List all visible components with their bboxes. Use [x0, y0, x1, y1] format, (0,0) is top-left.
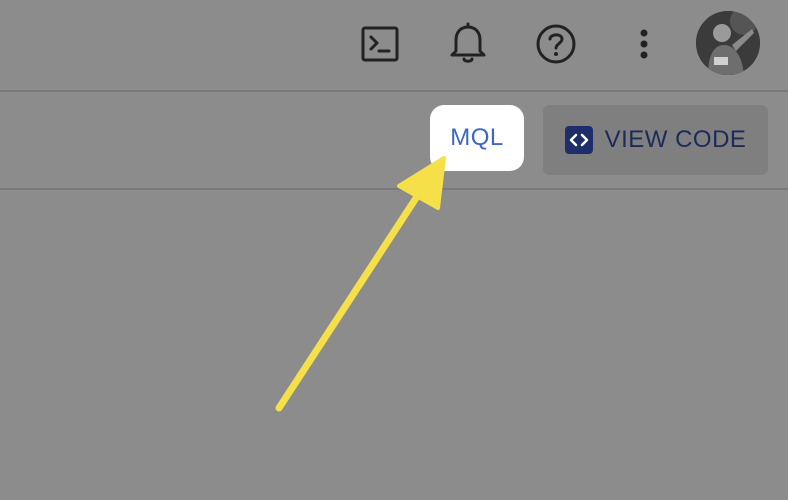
help-icon[interactable] — [530, 18, 582, 70]
mql-button[interactable]: MQL — [430, 105, 524, 171]
terminal-icon[interactable] — [354, 18, 406, 70]
header-divider — [0, 90, 788, 92]
view-code-button[interactable]: VIEW CODE — [543, 105, 768, 175]
toolbar-divider — [0, 188, 788, 190]
bell-icon[interactable] — [442, 18, 494, 70]
more-vertical-icon[interactable] — [618, 18, 670, 70]
view-code-label: VIEW CODE — [604, 126, 747, 153]
user-avatar[interactable] — [696, 11, 760, 75]
top-header — [0, 0, 788, 90]
code-icon — [564, 126, 593, 154]
